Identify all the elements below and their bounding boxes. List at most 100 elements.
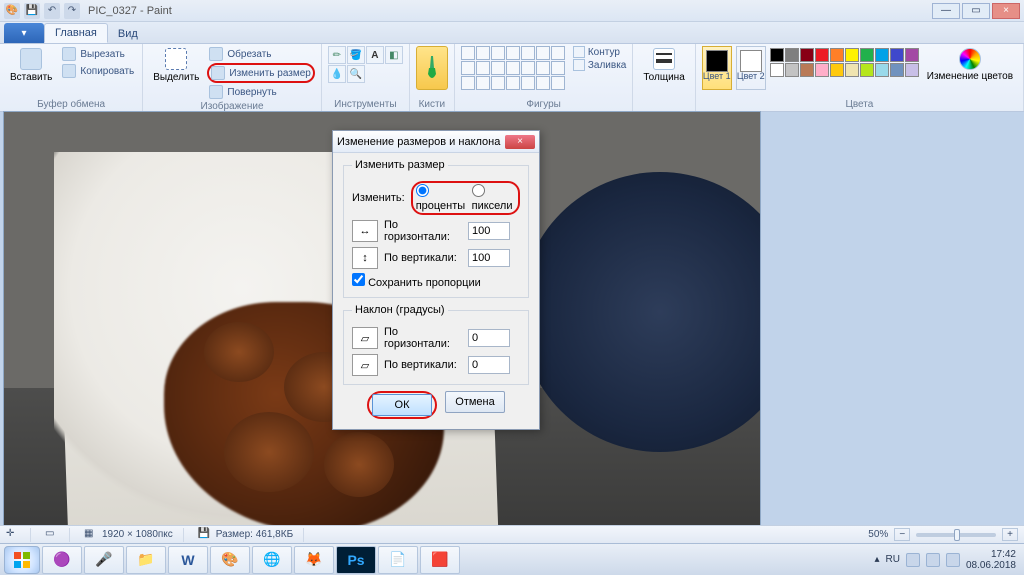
paste-button[interactable]: Вставить — [6, 46, 56, 85]
color2-swatch[interactable]: Цвет 2 — [736, 46, 766, 90]
save-icon[interactable]: 💾 — [24, 3, 40, 19]
color1-swatch[interactable]: Цвет 1 — [702, 46, 732, 90]
taskbar-item-1[interactable]: 🟣 — [42, 546, 82, 574]
volume-icon[interactable] — [926, 553, 940, 567]
stroke-size-button[interactable]: Толщина — [639, 46, 688, 85]
dialog-close-button[interactable]: × — [505, 135, 535, 149]
keep-aspect-checkbox[interactable]: Сохранить пропорции — [352, 273, 481, 289]
palette-color[interactable] — [875, 63, 889, 77]
skew-vert-input[interactable] — [468, 356, 510, 374]
tab-view[interactable]: Вид — [108, 25, 148, 43]
skew-fieldset: Наклон (градусы) ▱ По горизонтали: ▱ По … — [343, 304, 529, 385]
resize-legend: Изменить размер — [352, 159, 448, 171]
action-center-icon[interactable] — [946, 553, 960, 567]
cursor-pos: ✛ — [6, 528, 31, 542]
palette-color[interactable] — [815, 48, 829, 62]
zoom-in-button[interactable]: + — [1002, 528, 1018, 541]
palette-color[interactable] — [800, 63, 814, 77]
taskbar-item-9[interactable]: 📄 — [378, 546, 418, 574]
palette-color[interactable] — [815, 63, 829, 77]
zoom-out-button[interactable]: − — [894, 528, 910, 541]
group-size: Толщина — [633, 44, 695, 111]
palette-color[interactable] — [830, 48, 844, 62]
palette-color[interactable] — [890, 63, 904, 77]
resize-icon — [211, 66, 225, 80]
eraser-tool[interactable]: ◧ — [385, 46, 403, 64]
file-tab[interactable]: ▾ — [4, 23, 44, 43]
file-size: 💾Размер: 461,8КБ — [198, 528, 304, 542]
redo-icon[interactable]: ↷ — [64, 3, 80, 19]
cancel-button[interactable]: Отмена — [445, 391, 505, 413]
undo-icon[interactable]: ↶ — [44, 3, 60, 19]
brush-icon — [422, 54, 442, 82]
palette-color[interactable] — [875, 48, 889, 62]
tray-expand-icon[interactable]: ▴ — [874, 554, 879, 565]
tab-home[interactable]: Главная — [44, 23, 108, 43]
skew-horiz-input[interactable] — [468, 329, 510, 347]
rotate-button[interactable]: Повернуть — [207, 84, 314, 100]
cut-button[interactable]: Вырезать — [60, 46, 136, 62]
horiz-resize-icon: ↔ — [352, 220, 378, 242]
color-palette[interactable] — [770, 48, 919, 77]
palette-color[interactable] — [845, 48, 859, 62]
language-indicator[interactable]: RU — [885, 554, 899, 565]
taskbar-item-word[interactable]: W — [168, 546, 208, 574]
palette-color[interactable] — [890, 48, 904, 62]
taskbar-item-photoshop[interactable]: Ps — [336, 546, 376, 574]
ok-button[interactable]: ОК — [372, 394, 432, 416]
resize-units-group: проценты пиксели — [411, 181, 520, 215]
shape-fill-button[interactable]: Заливка — [573, 59, 627, 71]
copy-icon — [62, 64, 76, 78]
palette-color[interactable] — [770, 48, 784, 62]
taskbar-item-chrome[interactable]: 🌐 — [252, 546, 292, 574]
shapes-gallery[interactable] — [461, 46, 565, 90]
vert-input[interactable] — [468, 249, 510, 267]
taskbar-item-10[interactable]: 🟥 — [420, 546, 460, 574]
paste-label: Вставить — [10, 72, 52, 83]
palette-color[interactable] — [785, 48, 799, 62]
palette-color[interactable] — [830, 63, 844, 77]
tray-clock[interactable]: 17:42 08.06.2018 — [966, 549, 1016, 571]
palette-color[interactable] — [770, 63, 784, 77]
window-title: PIC_0327 - Paint — [88, 5, 172, 17]
shape-outline-button[interactable]: Контур — [573, 46, 627, 58]
resize-button[interactable]: Изменить размер — [207, 63, 314, 83]
fill-tool[interactable]: 🪣 — [347, 46, 365, 64]
minimize-button[interactable]: — — [932, 3, 960, 19]
pencil-tool[interactable]: ✏ — [328, 46, 346, 64]
network-icon[interactable] — [906, 553, 920, 567]
crop-button[interactable]: Обрезать — [207, 46, 314, 62]
palette-color[interactable] — [905, 48, 919, 62]
maximize-button[interactable]: ▭ — [962, 3, 990, 19]
magnifier-tool[interactable]: 🔍 — [347, 65, 365, 83]
palette-color[interactable] — [860, 48, 874, 62]
titlebar: 🎨 💾 ↶ ↷ PIC_0327 - Paint — ▭ × — [0, 0, 1024, 22]
picker-tool[interactable]: 💧 — [328, 65, 346, 83]
select-icon — [165, 48, 187, 70]
group-tools: ✏ 🪣 A ◧ 💧 🔍 Инструменты — [322, 44, 410, 111]
zoom-slider[interactable] — [916, 533, 996, 537]
edit-colors-button[interactable]: Изменение цветов — [923, 46, 1017, 84]
copy-button[interactable]: Копировать — [60, 63, 136, 79]
taskbar-item-paint[interactable]: 🎨 — [210, 546, 250, 574]
palette-color[interactable] — [860, 63, 874, 77]
brushes-button[interactable] — [416, 46, 448, 90]
vert-label: По вертикали: — [384, 252, 462, 264]
dialog-titlebar[interactable]: Изменение размеров и наклона × — [333, 131, 539, 153]
text-tool[interactable]: A — [366, 46, 384, 64]
palette-color[interactable] — [845, 63, 859, 77]
start-button[interactable] — [4, 546, 40, 574]
horiz-input[interactable] — [468, 222, 510, 240]
window-controls: — ▭ × — [930, 3, 1020, 19]
palette-color[interactable] — [905, 63, 919, 77]
taskbar-item-firefox[interactable]: 🦊 — [294, 546, 334, 574]
radio-percent[interactable]: проценты — [416, 184, 466, 212]
close-button[interactable]: × — [992, 3, 1020, 19]
taskbar-item-explorer[interactable]: 📁 — [126, 546, 166, 574]
palette-color[interactable] — [785, 63, 799, 77]
group-colors: Цвет 1 Цвет 2 Изменение цветов Цвета — [696, 44, 1024, 111]
radio-pixels[interactable]: пиксели — [472, 184, 515, 212]
palette-color[interactable] — [800, 48, 814, 62]
taskbar-item-2[interactable]: 🎤 — [84, 546, 124, 574]
select-button[interactable]: Выделить — [149, 46, 203, 85]
